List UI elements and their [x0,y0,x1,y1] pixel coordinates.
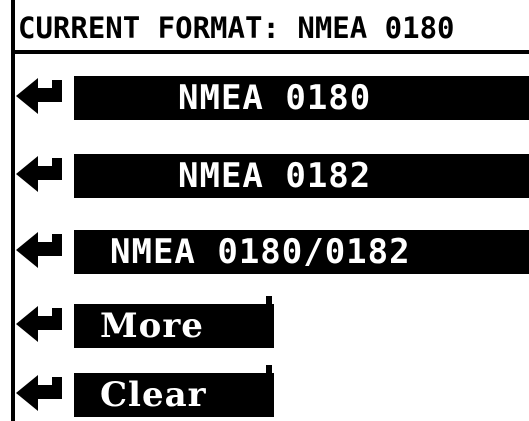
current-format-header: CURRENT FORMAT: NMEA 0180 [18,6,529,50]
menu-item-label: More [100,306,204,346]
enter-arrow-icon [16,375,62,411]
menu-item-bar: NMEA 0180/0182 [74,230,529,274]
menu-item-more[interactable]: More [12,296,282,352]
menu-item-nmea-0180[interactable]: NMEA 0180 [12,68,529,124]
lcd-screen: CURRENT FORMAT: NMEA 0180 NMEA 0180 NMEA… [0,0,529,421]
menu-item-box-edge [266,296,272,348]
menu-item-label: NMEA 0182 [178,156,372,196]
menu-item-label: NMEA 0180 [178,78,372,118]
left-border [11,0,15,421]
enter-arrow-icon [16,232,62,268]
menu-item-label: Clear [100,375,207,415]
menu-item-nmea-0180-0182[interactable]: NMEA 0180/0182 [12,222,529,278]
current-format-label: CURRENT FORMAT: [18,11,280,45]
current-format-value: NMEA 0180 [297,11,455,45]
menu-item-bar: NMEA 0180 [74,76,529,120]
header-divider [11,50,529,54]
menu-item-label: NMEA 0180/0182 [110,232,411,272]
menu-item-clear[interactable]: Clear [12,365,282,421]
enter-arrow-icon [16,78,62,114]
menu-item-nmea-0182[interactable]: NMEA 0182 [12,146,529,202]
menu-item-bar: NMEA 0182 [74,154,529,198]
enter-arrow-icon [16,306,62,342]
menu-item-box-edge [266,365,272,417]
enter-arrow-icon [16,156,62,192]
